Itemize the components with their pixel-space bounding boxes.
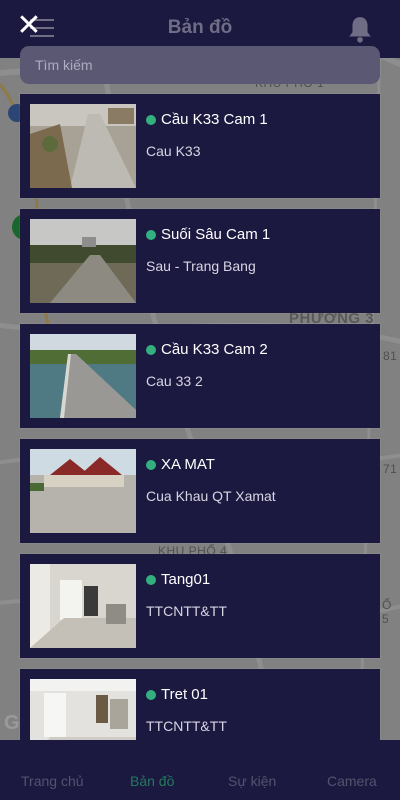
camera-thumbnail — [30, 219, 136, 303]
status-online-dot — [146, 115, 156, 125]
camera-location: Sau - Trang Bang — [146, 258, 256, 274]
status-online-dot — [146, 460, 156, 470]
camera-card[interactable]: Cầu K33 Cam 2 Cau 33 2 — [20, 324, 380, 428]
camera-location: TTCNTT&TT — [146, 603, 227, 619]
camera-thumbnail — [30, 104, 136, 188]
camera-name: Tret 01 — [161, 686, 208, 703]
camera-location: TTCNTT&TT — [146, 718, 227, 734]
notification-bell-icon[interactable] — [347, 15, 373, 43]
camera-card[interactable]: XA MAT Cua Khau QT Xamat — [20, 439, 380, 543]
status-online-dot — [146, 690, 156, 700]
camera-name: Tang01 — [161, 571, 211, 588]
camera-location: Cua Khau QT Xamat — [146, 488, 276, 504]
status-online-dot — [146, 230, 156, 240]
camera-name: Cầu K33 Cam 2 — [161, 341, 268, 358]
camera-thumbnail — [30, 334, 136, 418]
nav-tab-home[interactable]: Trang chủ — [21, 773, 84, 789]
nav-tab-events[interactable]: Sự kiện — [228, 773, 276, 789]
camera-location: Cau K33 — [146, 143, 201, 159]
camera-card[interactable]: Cầu K33 Cam 1 Cau K33 — [20, 94, 380, 198]
page-title: Bản đồ — [167, 17, 233, 38]
status-online-dot — [146, 575, 156, 585]
camera-location: Cau 33 2 — [146, 373, 203, 389]
status-online-dot — [146, 345, 156, 355]
nav-tab-camera[interactable]: Camera — [327, 773, 377, 789]
camera-card[interactable]: Suối Sâu Cam 1 Sau - Trang Bang — [20, 209, 380, 313]
camera-name: XA MAT — [161, 456, 215, 473]
nav-tab-map[interactable]: Bản đồ — [130, 773, 174, 789]
search-input[interactable] — [20, 46, 380, 84]
bottom-nav: Trang chủ Bản đồ Sự kiện Camera — [0, 740, 400, 800]
google-logo: G — [4, 712, 20, 734]
camera-thumbnail — [30, 449, 136, 533]
camera-card[interactable]: Tang01 TTCNTT&TT — [20, 554, 380, 658]
camera-name: Cầu K33 Cam 1 — [161, 111, 268, 128]
camera-thumbnail — [30, 564, 136, 648]
camera-name: Suối Sâu Cam 1 — [161, 226, 271, 243]
